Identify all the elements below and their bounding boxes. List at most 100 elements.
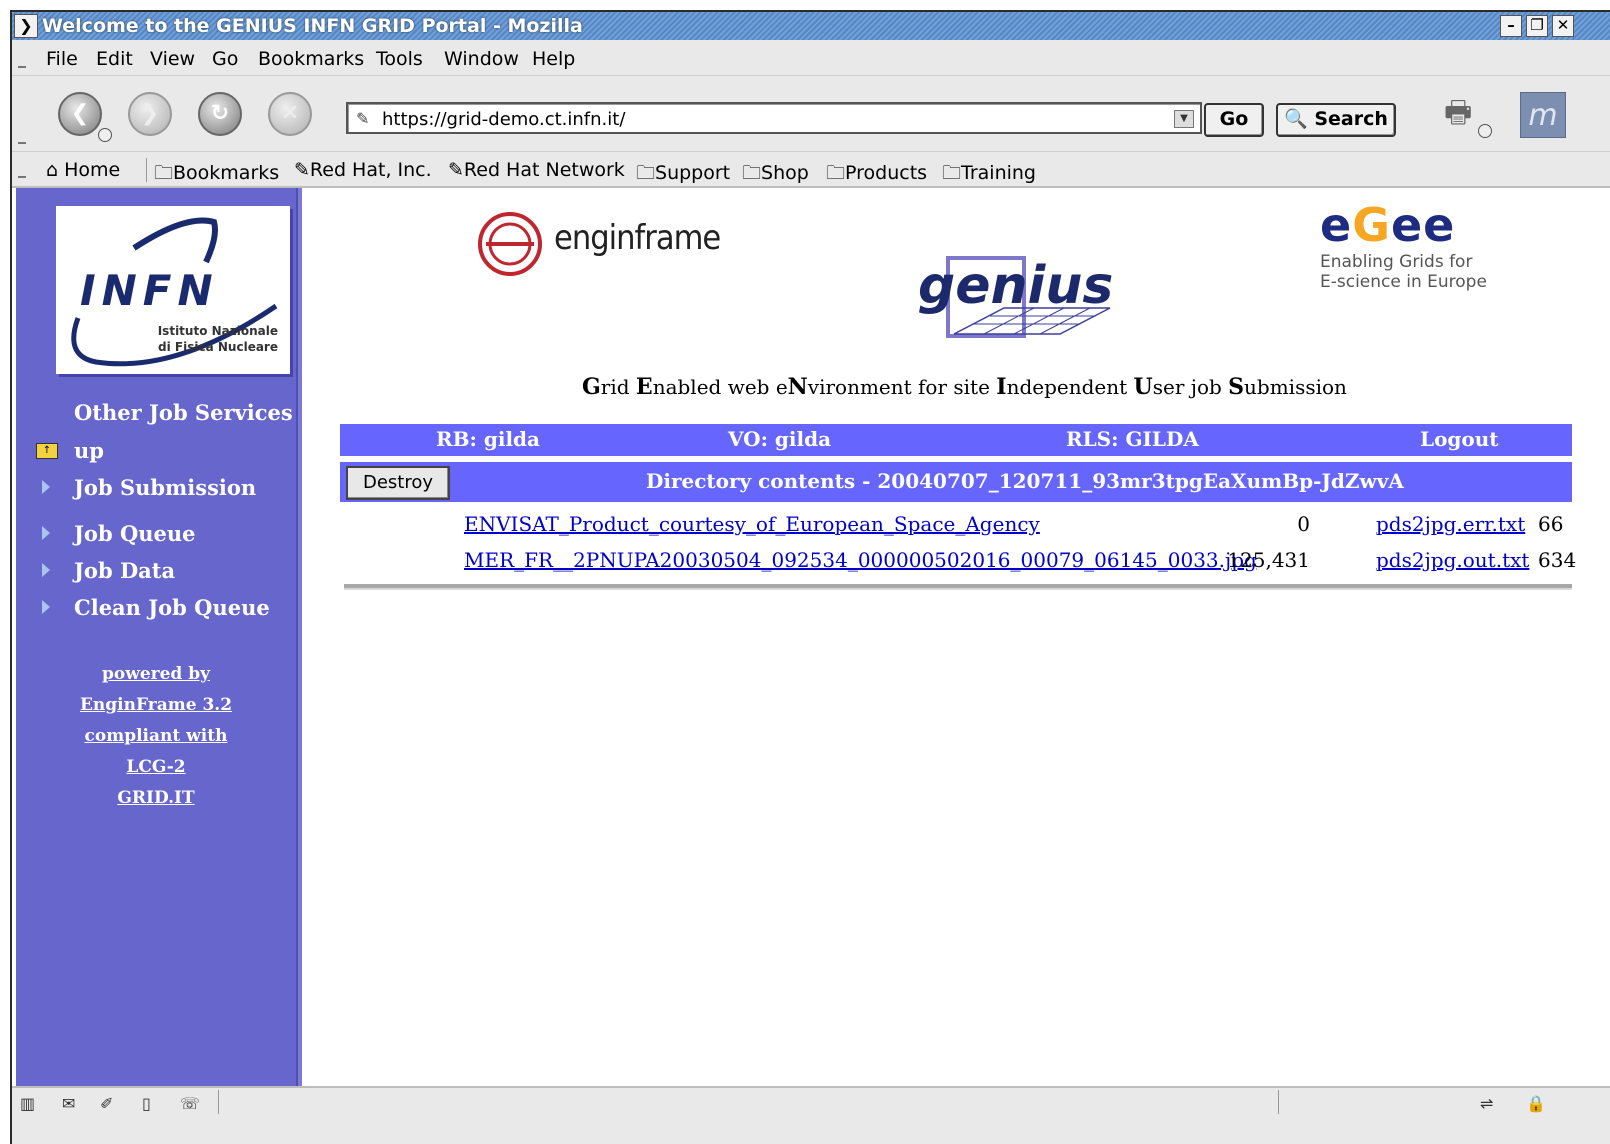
bookmark-folder-products[interactable]: 🗀Products <box>826 159 927 191</box>
mail-icon[interactable]: ✉ <box>62 1094 75 1113</box>
bookmark-icon: ✎ <box>448 159 464 181</box>
tagline-initial: I <box>996 374 1007 400</box>
resource-broker-label: RB: gilda <box>436 427 540 451</box>
output-file-size: 634 <box>1538 548 1577 572</box>
toolbar-grip[interactable] <box>18 142 26 144</box>
output-file-link[interactable]: pds2jpg.err.txt <box>1376 512 1525 536</box>
enginframe-logo[interactable]: enginframe <box>470 210 721 278</box>
directory-title: Directory contents - 20040707_120711_93m… <box>646 469 1404 493</box>
menu-bookmarks[interactable]: Bookmarks <box>258 48 364 70</box>
menu-bar: File Edit View Go Bookmarks Tools Window… <box>12 40 1610 76</box>
irc-chat-icon[interactable]: ☏ <box>180 1094 200 1113</box>
sidebar-item-job-submission[interactable]: Job Submission <box>74 475 256 500</box>
bookmark-shop-label: Shop <box>761 162 809 184</box>
bookmark-support-label: Support <box>655 162 731 184</box>
back-history-dropdown-icon[interactable] <box>98 128 112 142</box>
maximize-button[interactable]: ❐ <box>1526 15 1548 37</box>
egee-logo-word: eGee <box>1320 198 1455 252</box>
file-link[interactable]: MER_FR__2PNUPA20030504_092534_0000005020… <box>464 548 1257 572</box>
bookmark-redhat-inc[interactable]: ✎Red Hat, Inc. <box>294 159 432 181</box>
sidebar-up-link[interactable]: up <box>74 438 104 463</box>
bookmark-folder-shop[interactable]: 🗀Shop <box>742 159 809 191</box>
addressbook-icon[interactable]: ▯ <box>142 1094 151 1113</box>
sidebar-item-clean-job-queue[interactable]: Clean Job Queue <box>74 595 270 620</box>
arrow-right-icon <box>42 600 50 614</box>
window-menu-icon[interactable]: ❯ <box>14 14 38 38</box>
home-button[interactable]: ⌂ Home <box>46 159 120 181</box>
url-dropdown-icon[interactable]: ▼ <box>1174 110 1194 128</box>
egee-logo[interactable]: eGee Enabling Grids for E-science in Eur… <box>1316 198 1516 294</box>
tagline-initial: G <box>582 374 601 400</box>
tagline-initial: S <box>1228 374 1245 400</box>
bookmark-redhat-inc-label: Red Hat, Inc. <box>309 159 432 181</box>
minimize-button[interactable]: – <box>1500 15 1522 37</box>
composer-icon[interactable]: ✐ <box>100 1094 113 1113</box>
sidebar-item-job-queue[interactable]: Job Queue <box>74 521 196 546</box>
destroy-button[interactable]: Destroy <box>346 466 450 500</box>
gridit-link[interactable]: GRID.IT <box>16 788 296 808</box>
bookmarks-folder-label: Bookmarks <box>173 162 280 184</box>
reload-button[interactable]: ↻ <box>198 92 242 136</box>
close-window-button[interactable]: ✕ <box>1552 15 1574 37</box>
search-button-label: Search <box>1314 108 1388 130</box>
egee-logo-word-ee: ee <box>1390 198 1456 252</box>
url-bar[interactable]: ✎ https://grid-demo.ct.infn.it/ ▼ <box>346 102 1202 134</box>
forward-button[interactable]: ❯ <box>128 92 172 136</box>
search-button[interactable]: 🔍 Search <box>1276 103 1396 137</box>
folder-icon: 🗀 <box>826 162 846 184</box>
back-button[interactable]: ❮ <box>58 92 102 136</box>
file-link[interactable]: ENVISAT_Product_courtesy_of_European_Spa… <box>464 512 1040 536</box>
toolbar-grip[interactable] <box>18 66 26 68</box>
page-content: INFN Istituto Nazionale di Fisica Nuclea… <box>12 188 1610 1086</box>
url-input[interactable]: https://grid-demo.ct.infn.it/ <box>382 109 625 130</box>
go-button[interactable]: Go <box>1204 103 1264 137</box>
menu-tools[interactable]: Tools <box>376 48 423 70</box>
toolbar-grip[interactable] <box>18 176 26 178</box>
bookmark-products-label: Products <box>845 162 928 184</box>
output-file-link[interactable]: pds2jpg.out.txt <box>1376 548 1529 572</box>
print-icon[interactable]: 🖶 <box>1444 90 1484 130</box>
menu-edit[interactable]: Edit <box>96 48 133 70</box>
infn-logo-subtitle: Istituto Nazionale <box>157 324 278 338</box>
status-separator <box>218 1090 219 1114</box>
folder-up-icon[interactable]: ↑ <box>36 443 58 459</box>
search-icon: 🔍 <box>1284 108 1308 130</box>
virtual-org-label: VO: gilda <box>728 427 832 451</box>
infn-logo[interactable]: INFN Istituto Nazionale di Fisica Nuclea… <box>56 206 290 374</box>
menu-file[interactable]: File <box>46 48 78 70</box>
window-titlebar[interactable]: ❯ Welcome to the GENIUS INFN GRID Portal… <box>12 12 1610 40</box>
genius-logo-text: genius <box>918 256 1114 316</box>
powered-by-link[interactable]: powered by <box>16 664 296 684</box>
file-row: MER_FR__2PNUPA20030504_092534_0000005020… <box>340 548 1576 580</box>
folder-icon: 🗀 <box>636 162 656 184</box>
sidebar-item-job-data[interactable]: Job Data <box>74 558 175 583</box>
bookmark-redhat-network-label: Red Hat Network <box>463 159 625 181</box>
bookmark-icon: ✎ <box>294 159 310 181</box>
mozilla-throbber-icon[interactable]: m <box>1520 92 1566 138</box>
tagline-text: vironment for site <box>807 375 997 399</box>
folder-icon: 🗀 <box>742 162 762 184</box>
bookmark-folder-support[interactable]: 🗀Support <box>636 159 730 191</box>
security-lock-icon[interactable]: 🔒 <box>1526 1094 1546 1113</box>
navigator-icon[interactable]: ▥ <box>20 1094 35 1113</box>
tagline-initial: N <box>787 374 808 400</box>
menu-view[interactable]: View <box>150 48 195 70</box>
enginframe-version-link[interactable]: EnginFrame 3.2 <box>16 695 296 715</box>
stop-button[interactable]: ✕ <box>268 92 312 136</box>
print-dropdown-icon[interactable] <box>1478 124 1492 138</box>
genius-logo[interactable]: genius <box>914 252 1124 348</box>
menu-help[interactable]: Help <box>532 48 575 70</box>
bookmark-folder-training[interactable]: 🗀Training <box>942 159 1036 191</box>
logout-link[interactable]: Logout <box>1420 427 1499 451</box>
bookmarks-folder[interactable]: 🗀Bookmarks <box>154 159 279 191</box>
online-status-icon[interactable]: ⇌ <box>1480 1094 1493 1113</box>
browser-status-bar: ▥ ✉ ✐ ▯ ☏ ⇌ 🔒 <box>12 1086 1610 1144</box>
compliant-with-link[interactable]: compliant with <box>16 726 296 746</box>
horizontal-rule <box>344 584 1572 590</box>
menu-go[interactable]: Go <box>212 48 238 70</box>
status-separator <box>1278 1090 1279 1114</box>
bookmark-redhat-network[interactable]: ✎Red Hat Network <box>448 159 625 181</box>
infn-logo-subtitle-2: di Fisica Nucleare <box>158 340 278 354</box>
menu-window[interactable]: Window <box>444 48 519 70</box>
lcg2-link[interactable]: LCG-2 <box>16 757 296 777</box>
